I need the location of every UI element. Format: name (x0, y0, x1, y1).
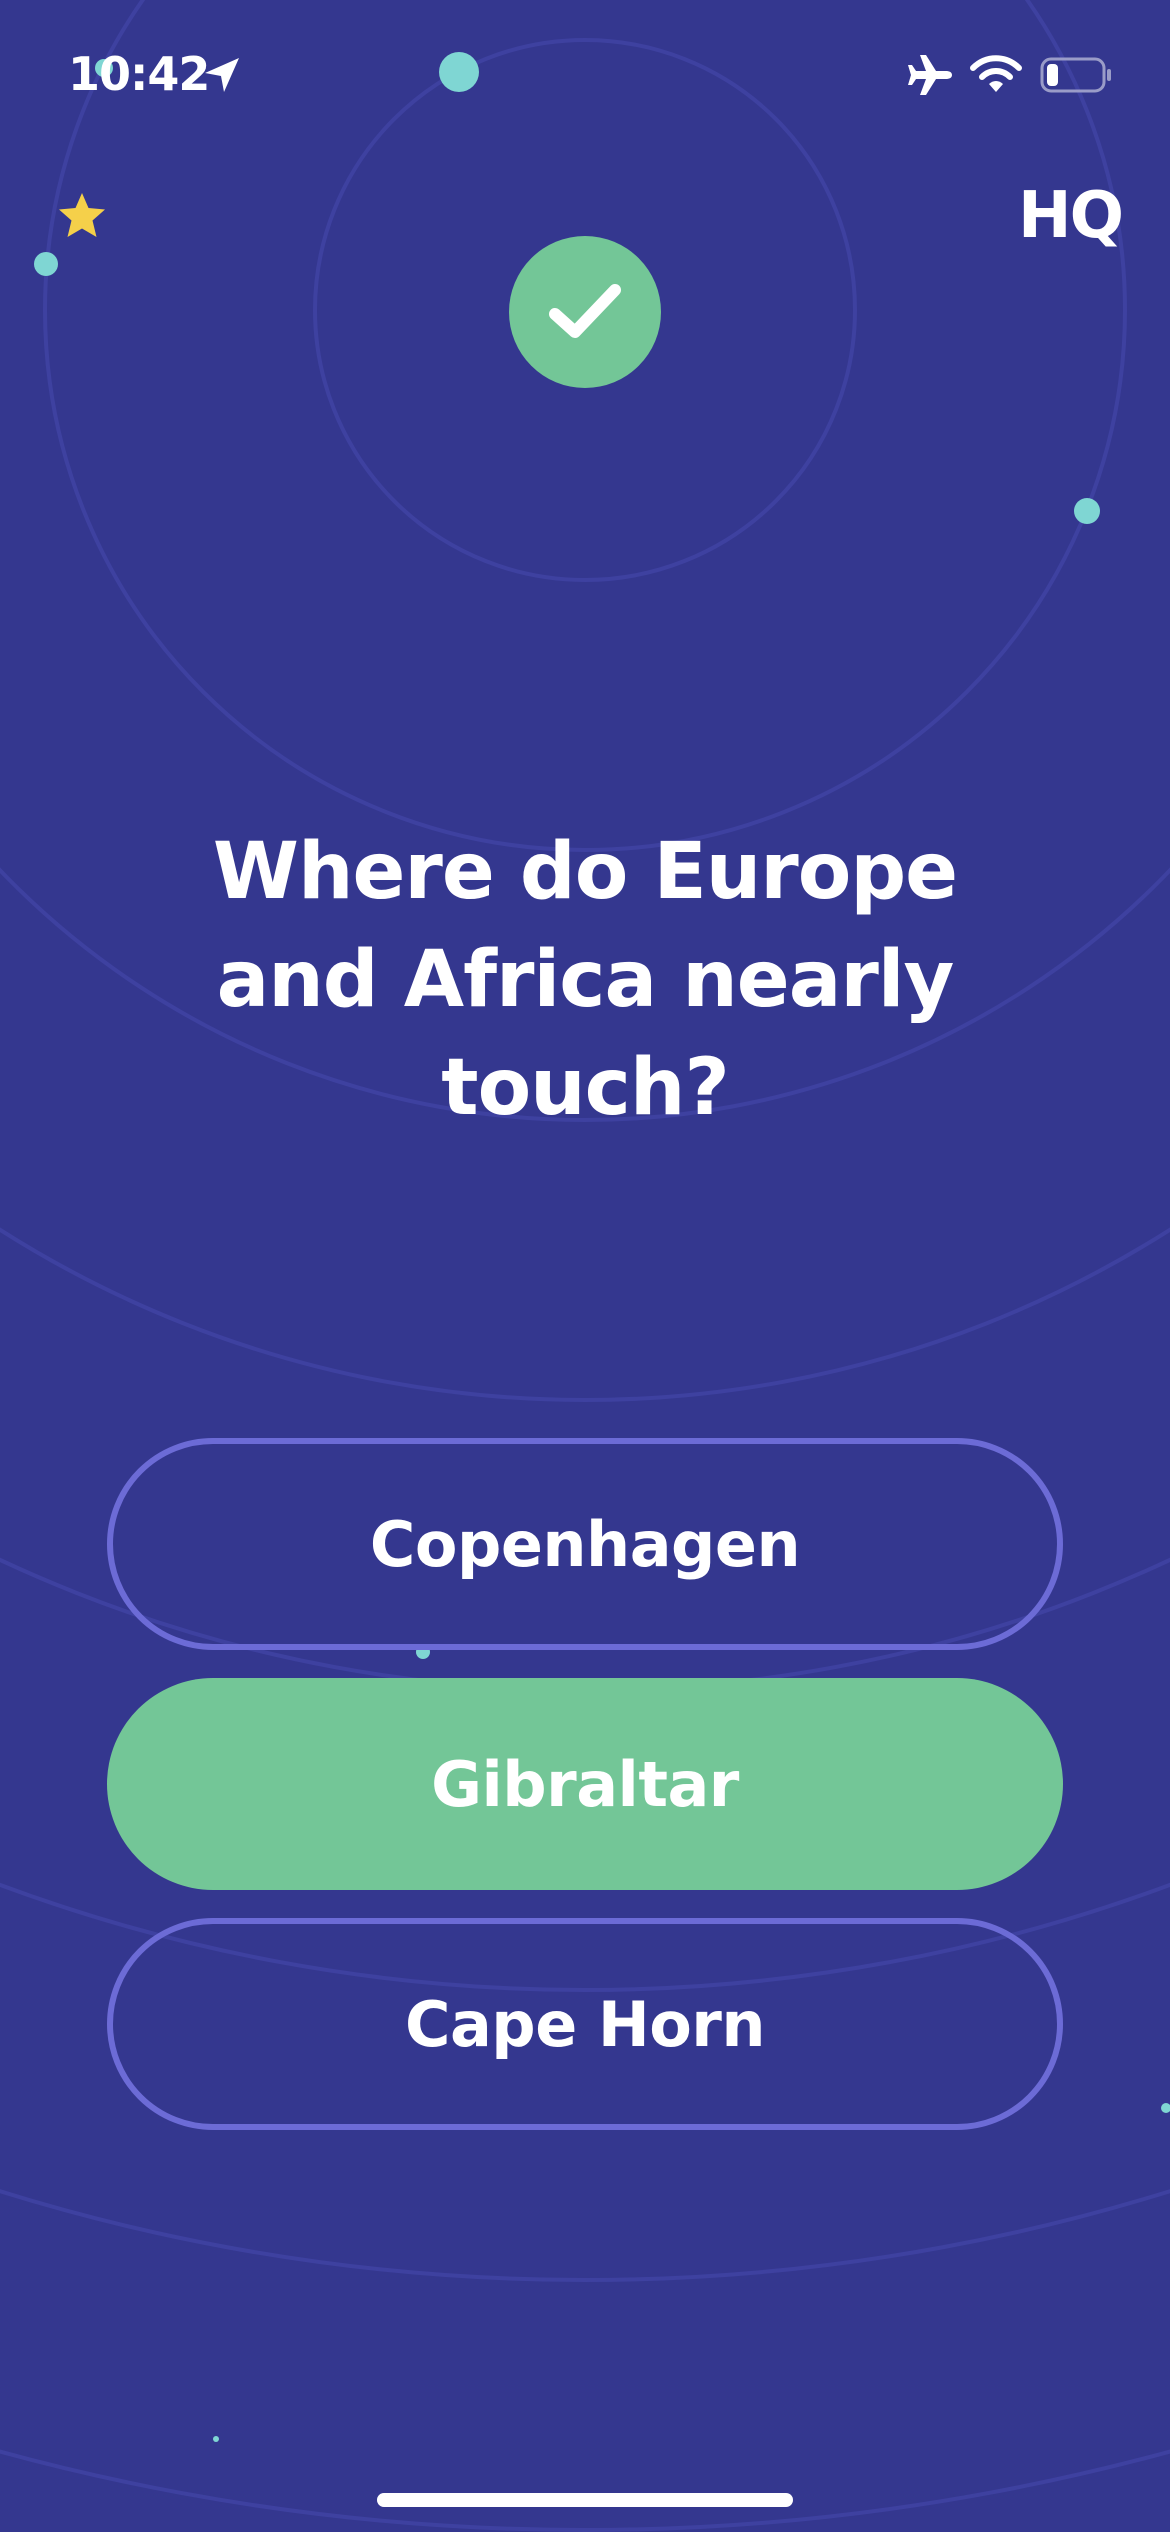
answer-option-gibraltar[interactable]: Gibraltar (107, 1678, 1063, 1890)
home-indicator (377, 2493, 793, 2507)
hq-logo: HQ (1018, 179, 1124, 253)
star-icon (59, 193, 105, 237)
checkmark-icon (549, 284, 621, 338)
correct-badge (509, 236, 661, 388)
airplane-icon (908, 55, 952, 95)
answer-list: Copenhagen Gibraltar Cape Horn (107, 1438, 1063, 2158)
status-time: 10:42 (68, 47, 210, 101)
battery-icon (1040, 57, 1111, 93)
location-arrow-icon (205, 58, 239, 92)
answer-option-cape-horn[interactable]: Cape Horn (107, 1918, 1063, 2130)
question-text: Where do Europe and Africa nearly touch? (212, 827, 958, 1133)
answer-option-copenhagen[interactable]: Copenhagen (107, 1438, 1063, 1650)
status-bar: 10:42 (0, 0, 1170, 150)
wifi-icon (970, 55, 1022, 92)
